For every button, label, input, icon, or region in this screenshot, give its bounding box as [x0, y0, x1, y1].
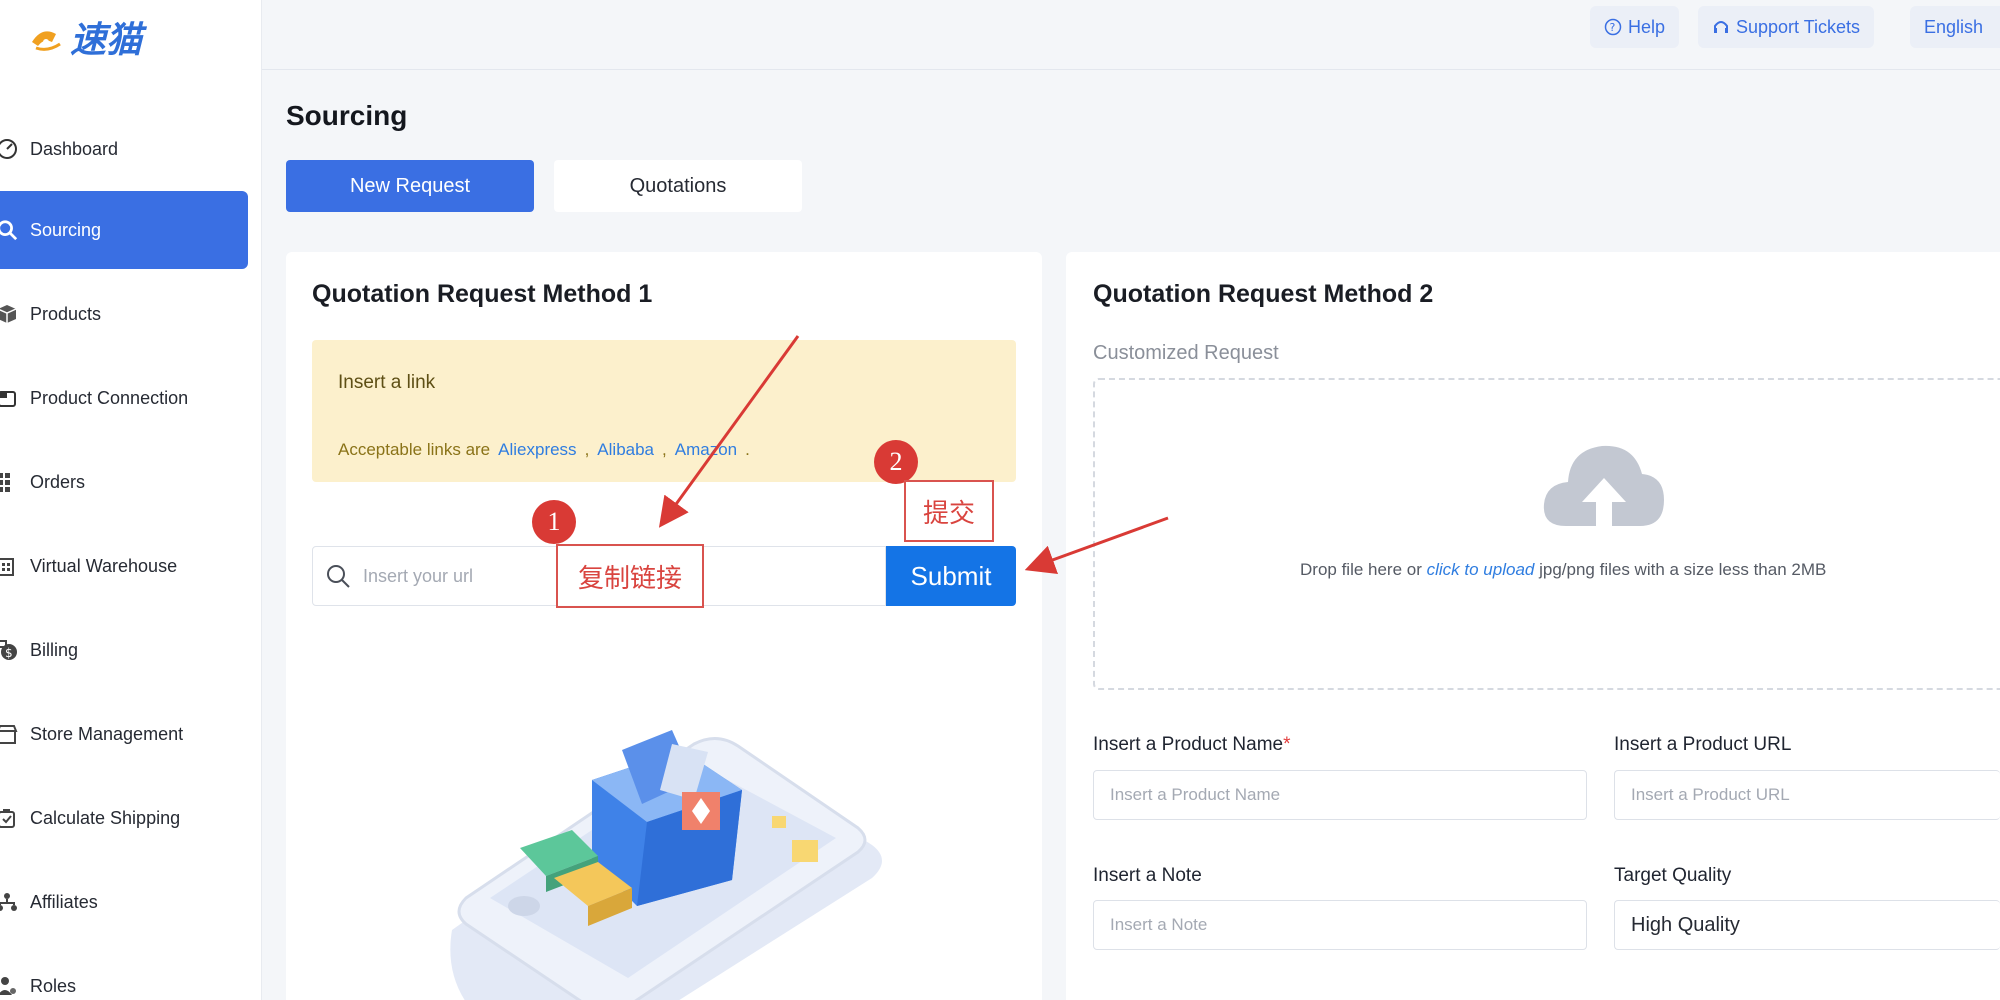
sidebar-item-label: Dashboard — [30, 138, 119, 159]
separator: , — [584, 440, 590, 459]
sidebar-item-billing[interactable]: $ Billing — [0, 611, 248, 689]
file-dropzone[interactable] — [1093, 378, 2000, 690]
target-quality-label: Target Quality — [1614, 865, 1732, 886]
sidebar-item-label: Calculate Shipping — [30, 807, 181, 828]
sidebar-item-roles[interactable]: Roles — [0, 947, 248, 1000]
notice-title: Insert a link — [338, 372, 436, 393]
customized-request-label: Customized Request — [1093, 342, 1279, 364]
product-name-label: Insert a Product Name* — [1093, 734, 1291, 756]
product-url-placeholder: Insert a Product URL — [1631, 785, 1790, 804]
step2-badge: 2 — [874, 440, 918, 484]
help-icon: ? — [1604, 18, 1622, 36]
aliexpress-link[interactable]: Aliexpress — [498, 440, 576, 460]
sidebar-item-label: Store Management — [30, 723, 184, 744]
logo[interactable]: 速猫 — [26, 12, 186, 62]
roles-icon — [0, 974, 18, 998]
note-label: Insert a Note — [1093, 865, 1202, 886]
search-icon — [0, 218, 18, 242]
product-name-label-text: Insert a Product Name — [1093, 734, 1284, 755]
required-asterisk: * — [1283, 734, 1291, 755]
support-tickets-button[interactable]: Support Tickets — [1698, 6, 1875, 48]
sidebar-item-label: Affiliates — [30, 891, 98, 912]
sidebar-item-label: Roles — [30, 975, 77, 996]
help-button[interactable]: ? Help — [1590, 6, 1680, 48]
target-quality-select[interactable]: High Quality — [1614, 900, 2000, 950]
note-input[interactable]: Insert a Note — [1093, 900, 1587, 950]
sidebar-item-orders[interactable]: Orders — [0, 443, 248, 521]
logo-text: 速猫 — [70, 20, 148, 61]
svg-text:?: ? — [1610, 21, 1616, 34]
method1-title: Quotation Request Method 1 — [312, 280, 653, 308]
note-placeholder: Insert a Note — [1110, 915, 1208, 934]
sidebar-item-label: Billing — [30, 639, 79, 660]
tab-new-request[interactable]: New Request — [286, 160, 534, 212]
dashboard-gauge-icon — [0, 137, 18, 161]
sidebar-item-products[interactable]: Products — [0, 275, 248, 353]
search-icon — [327, 565, 350, 588]
language-selector[interactable]: English — [1910, 6, 2000, 48]
tab-quotations[interactable]: Quotations — [554, 160, 802, 212]
top-header: ? Help Support Tickets English — [262, 0, 2000, 70]
drop-prefix: Drop file here or — [1300, 560, 1422, 579]
link-window-icon — [0, 386, 18, 410]
sidebar-item-sourcing[interactable]: Sourcing — [0, 191, 248, 269]
sidebar-item-label: Product Connection — [30, 387, 189, 408]
box-icon — [0, 302, 18, 326]
separator: , — [662, 440, 667, 459]
amazon-link[interactable]: Amazon — [675, 440, 737, 460]
sidebar-item-dashboard[interactable]: Dashboard — [0, 110, 248, 188]
step1-annotation: 复制链接 — [556, 544, 704, 608]
url-input-placeholder: Insert your url — [363, 565, 474, 586]
product-name-input[interactable]: Insert a Product Name — [1093, 770, 1587, 820]
sidebar-item-product-connection[interactable]: Product Connection — [0, 359, 248, 437]
sidebar-item-label: Orders — [30, 471, 86, 492]
affiliates-icon — [0, 890, 18, 914]
page-title: Sourcing — [286, 100, 408, 131]
step2-annotation: 提交 — [904, 480, 994, 542]
sidebar-item-virtual-warehouse[interactable]: Virtual Warehouse — [0, 527, 248, 605]
method2-title: Quotation Request Method 2 — [1093, 280, 1434, 308]
store-icon — [0, 722, 18, 746]
separator: . — [745, 440, 750, 459]
sidebar-item-label: Products — [30, 303, 102, 324]
language-label: English — [1924, 16, 1984, 37]
sourcing-illustration — [450, 730, 882, 1000]
sidebar-item-calculate-shipping[interactable]: Calculate Shipping — [0, 779, 248, 857]
support-tickets-label: Support Tickets — [1736, 16, 1861, 37]
product-url-input[interactable]: Insert a Product URL — [1614, 770, 2000, 820]
billing-dollar-icon: $ — [0, 638, 18, 662]
drop-suffix: jpg/png files with a size less than 2MB — [1539, 560, 1827, 579]
alibaba-link[interactable]: Alibaba — [597, 440, 654, 460]
grid-icon — [0, 470, 18, 494]
submit-button[interactable]: Submit — [886, 546, 1016, 606]
headset-icon — [1714, 21, 1728, 33]
sidebar: 速猫 Dashboard Sourcing Products Product C… — [0, 0, 262, 1000]
click-to-upload-link[interactable]: click to upload — [1427, 560, 1535, 579]
sidebar-item-store-management[interactable]: Store Management — [0, 695, 248, 773]
notice-text: Acceptable links are Aliexpress , Alibab… — [338, 440, 750, 460]
product-url-label: Insert a Product URL — [1614, 734, 1792, 755]
step1-badge: 1 — [532, 500, 576, 544]
target-quality-value: High Quality — [1631, 913, 1740, 936]
sidebar-item-affiliates[interactable]: Affiliates — [0, 863, 248, 941]
help-label: Help — [1628, 16, 1666, 37]
sidebar-item-label: Sourcing — [30, 219, 102, 240]
warehouse-icon — [0, 554, 18, 578]
product-name-placeholder: Insert a Product Name — [1110, 785, 1281, 804]
upload-cloud-icon — [1543, 445, 1664, 530]
shipping-calc-icon — [0, 806, 18, 830]
svg-text:$: $ — [5, 646, 13, 660]
drop-file-text: Drop file here or click to upload jpg/pn… — [1300, 560, 1826, 580]
notice-prefix: Acceptable links are — [338, 440, 491, 459]
sidebar-item-label: Virtual Warehouse — [30, 555, 178, 576]
